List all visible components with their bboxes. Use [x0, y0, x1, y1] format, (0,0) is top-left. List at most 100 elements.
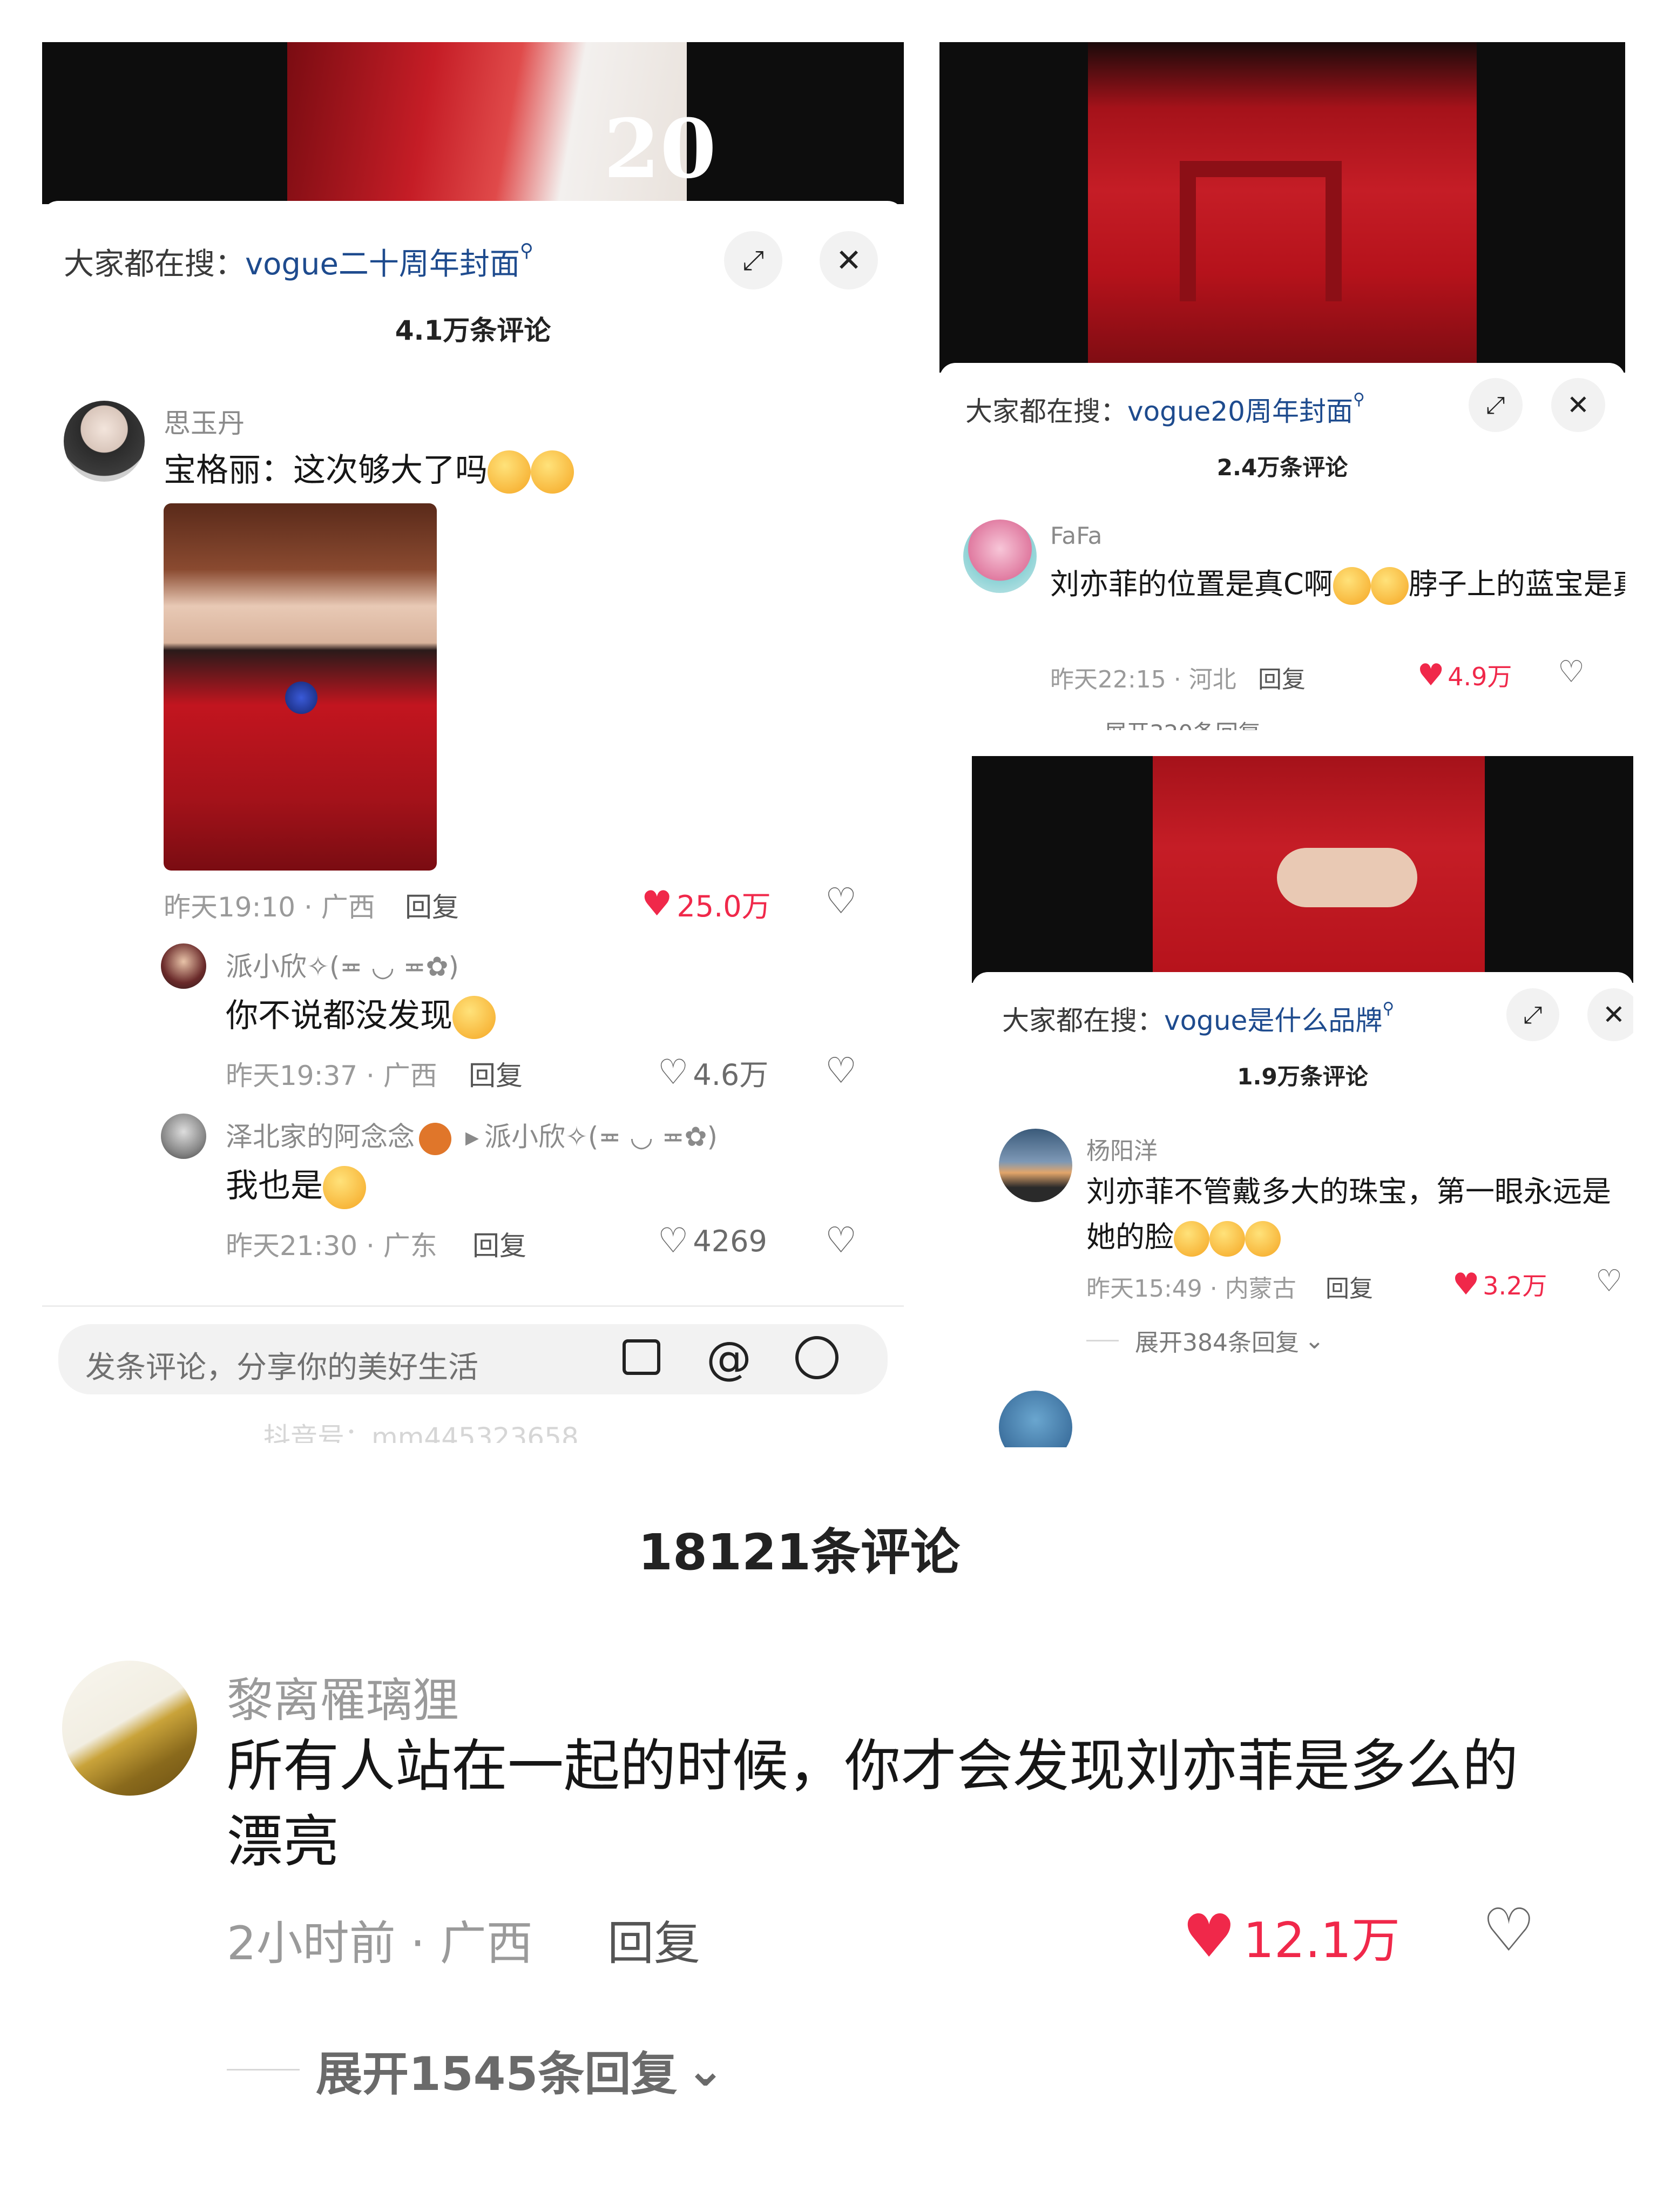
comment-text: 我也是: [226, 1159, 366, 1210]
comment-panel-1: 大家都在搜：vogue二十周年封面⚲ ⤢ ✕ 4.1万条评论 思玉丹 宝格丽：这…: [42, 201, 904, 1443]
avatar[interactable]: [999, 1129, 1072, 1202]
heart-eyes-emoji: [1370, 567, 1409, 605]
dislike-icon[interactable]: ♡: [1482, 1896, 1536, 1965]
star-eyes-emoji: [1174, 1221, 1209, 1257]
reply-button[interactable]: 回复: [405, 886, 459, 925]
expand-replies[interactable]: 展开384条回复 ⌄: [1086, 1323, 1324, 1358]
comment-time: 2小时前 · 广西: [227, 1917, 533, 1971]
expand-replies[interactable]: 展开1545条回复 ⌄: [227, 2036, 725, 2103]
avatar[interactable]: [161, 1114, 206, 1159]
close-icon[interactable]: ✕: [820, 231, 878, 289]
search-prefix: 大家都在搜：: [965, 396, 1127, 427]
username[interactable]: FaFa: [1050, 522, 1102, 550]
username[interactable]: 黎离罹璃狸: [227, 1662, 459, 1730]
search-suggestion[interactable]: 大家都在搜：vogue20周年封面⚲: [965, 390, 1365, 429]
comment-text: 宝格丽：这次够大了吗: [164, 444, 574, 494]
username[interactable]: 派小欣✧(≖ ◡ ≖✿): [226, 945, 459, 984]
avatar[interactable]: [999, 1391, 1072, 1447]
comment-time: 昨天15:49 · 内蒙古: [1086, 1275, 1296, 1303]
avatar[interactable]: [161, 943, 206, 989]
video-frame-2: [939, 42, 1625, 373]
comment-time: 昨天21:30 · 广东: [226, 1230, 437, 1262]
search-prefix: 大家都在搜：: [64, 247, 245, 282]
comment-time: 昨天19:10 · 广西: [164, 892, 375, 923]
dislike-icon[interactable]: ♡: [1595, 1264, 1622, 1299]
dislike-icon[interactable]: ♡: [825, 1219, 857, 1261]
close-icon[interactable]: ✕: [1587, 988, 1633, 1041]
heart-icon: ♥: [1182, 1901, 1236, 1971]
dislike-icon[interactable]: ♡: [1558, 655, 1585, 690]
comment-panel-2: 大家都在搜：vogue20周年封面⚲ ⤢ ✕ 2.4万条评论 FaFa 刘亦菲的…: [939, 363, 1625, 730]
comment-text: 所有人站在一起的时候，你才会发现刘亦菲是多么的漂亮: [227, 1733, 1519, 1874]
avatar[interactable]: [62, 1661, 197, 1796]
emoji-icon[interactable]: [795, 1336, 838, 1379]
dislike-icon[interactable]: ♡: [825, 880, 857, 922]
like-button[interactable]: ♥ 3.2万: [1452, 1266, 1547, 1302]
search-suggestion[interactable]: 大家都在搜：vogue二十周年封面⚲: [64, 240, 533, 284]
reply-button[interactable]: 回复: [472, 1224, 526, 1263]
reply-button[interactable]: 回复: [607, 1905, 700, 1973]
expand-icon[interactable]: ⤢: [1506, 988, 1559, 1041]
watermark: 抖音号：mm445323658: [263, 1422, 579, 1443]
comment-count: 1.9万条评论: [1237, 1063, 1368, 1090]
comment-image[interactable]: [164, 503, 437, 871]
search-icon: ⚲: [1382, 999, 1395, 1018]
cover-number: 20: [604, 102, 716, 197]
chevron-down-icon: ⌄: [1304, 1326, 1324, 1354]
search-query: vogue是什么品牌: [1164, 1005, 1383, 1036]
input-placeholder: 发条评论，分享你的美好生活: [85, 1350, 478, 1385]
heart-icon: ♥: [641, 884, 673, 924]
search-suggestion[interactable]: 大家都在搜：vogue是什么品牌⚲: [1002, 999, 1394, 1038]
heart-icon: ♥: [1417, 657, 1445, 693]
username[interactable]: 思玉丹: [164, 402, 245, 441]
chevron-down-icon: ⌄: [686, 2042, 725, 2097]
comment-panel-3: 大家都在搜：vogue是什么品牌⚲ ⤢ ✕ 1.9万条评论 杨阳洋 刘亦菲不管戴…: [972, 972, 1633, 1447]
search-icon: ⚲: [519, 240, 533, 261]
username[interactable]: 杨阳洋: [1086, 1131, 1158, 1166]
avatar[interactable]: [963, 520, 1037, 593]
dislike-icon[interactable]: ♡: [825, 1050, 857, 1091]
expand-replies[interactable]: 展开320条回复: [1050, 715, 1261, 730]
comment-count: 18121条评论: [638, 1523, 961, 1581]
comment-text: 你不说都没发现: [226, 989, 496, 1040]
comment-time: 昨天19:37 · 广西: [226, 1060, 437, 1091]
at-icon[interactable]: @: [706, 1332, 752, 1385]
comment-text: 刘亦菲不管戴多大的珠宝，第一眼永远是她的脸: [1086, 1169, 1626, 1260]
jewel: [285, 682, 317, 714]
comment-count: 2.4万条评论: [1216, 454, 1348, 481]
video-frame-3: [972, 756, 1633, 983]
expand-icon[interactable]: ⤢: [724, 231, 782, 289]
comment-text: 刘亦菲的位置是真C啊脖子上的蓝宝是真大: [1050, 560, 1625, 605]
close-icon[interactable]: ✕: [1551, 378, 1605, 432]
star-eyes-emoji: [1245, 1221, 1281, 1257]
emoji-icon: [488, 450, 531, 494]
like-button[interactable]: ♡ 4269: [658, 1221, 767, 1261]
hands: [1277, 848, 1417, 907]
comment-input[interactable]: 发条评论，分享你的美好生活 @: [58, 1324, 888, 1394]
search-query: vogue二十周年封面: [245, 247, 520, 282]
video-frame-1: 20: [42, 42, 904, 204]
reply-arrow-icon: ▸: [465, 1121, 479, 1152]
reply-button[interactable]: 回复: [1326, 1269, 1373, 1304]
video-photo-dress-hands: [1153, 756, 1485, 983]
heart-eyes-emoji: [1333, 567, 1371, 605]
avatar[interactable]: [64, 401, 145, 482]
image-icon[interactable]: [623, 1339, 660, 1375]
expand-icon[interactable]: ⤢: [1469, 378, 1523, 432]
emoji-icon: [452, 996, 496, 1040]
comment-count: 4.1万条评论: [395, 315, 551, 346]
emoji-icon: [323, 1166, 366, 1210]
like-button[interactable]: ♥ 25.0万: [641, 882, 771, 925]
like-button[interactable]: ♡ 4.6万: [658, 1051, 768, 1094]
search-query: vogue20周年封面: [1127, 396, 1353, 427]
search-prefix: 大家都在搜：: [1002, 1005, 1164, 1036]
heart-icon: ♥: [1452, 1266, 1480, 1302]
like-button[interactable]: ♥ 4.9万: [1417, 657, 1512, 693]
like-button[interactable]: ♥ 12.1万: [1182, 1901, 1400, 1971]
divider-line: [227, 2069, 300, 2071]
username[interactable]: 泽北家的阿念念 ▸ 派小欣✧(≖ ◡ ≖✿): [226, 1115, 718, 1155]
reply-button[interactable]: 回复: [469, 1054, 523, 1093]
reply-button[interactable]: 回复: [1258, 660, 1306, 694]
divider: [42, 1305, 904, 1307]
basketball-emoji: [419, 1122, 451, 1155]
